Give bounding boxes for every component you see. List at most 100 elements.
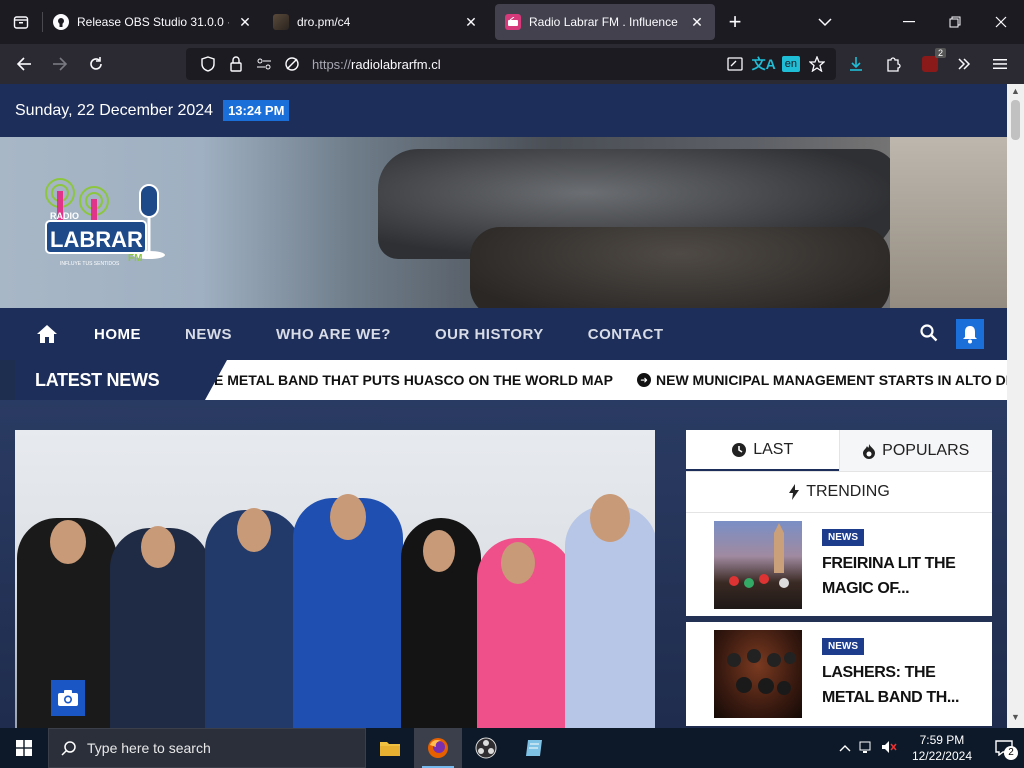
camera-gallery-button[interactable] — [51, 680, 85, 716]
permissions-icon[interactable] — [250, 58, 278, 70]
close-tab-icon[interactable]: ✕ — [237, 14, 253, 31]
tracking-blocked-icon[interactable] — [278, 56, 306, 72]
browser-tab-bar: Release OBS Studio 31.0.0 · obsp ✕ dro.p… — [0, 0, 1024, 44]
address-bar[interactable]: https://radiolabrarfm.cl 文A en — [186, 48, 836, 80]
home-icon[interactable] — [0, 324, 94, 344]
close-tab-icon[interactable]: ✕ — [463, 14, 479, 31]
news-thumbnail[interactable] — [714, 521, 802, 609]
taskbar-date: 12/22/2024 — [911, 749, 972, 763]
photo-person-head — [501, 542, 535, 584]
news-tag[interactable]: NEWS — [822, 638, 864, 655]
scroll-thumb[interactable] — [1011, 100, 1020, 140]
photo-person-head — [237, 508, 271, 552]
notifications-bell-button[interactable] — [956, 319, 984, 349]
latest-news-ticker: E METAL BAND THAT PUTS HUASCO ON THE WOR… — [15, 360, 1007, 400]
url-protocol: https:// — [312, 56, 352, 72]
file-explorer-icon[interactable] — [366, 728, 414, 768]
tab-trending-label: TRENDING — [806, 483, 890, 500]
logo-tagline: INFLUYE TUS SENTIDOS — [60, 261, 120, 267]
tab-last[interactable]: LAST — [686, 430, 839, 471]
news-card[interactable]: NEWS LASHERS: THE METAL BAND TH... — [686, 622, 992, 726]
system-tray: 7:59 PM 12/22/2024 2 — [834, 728, 1024, 768]
news-thumbnail[interactable] — [714, 630, 802, 718]
tab-last-label: LAST — [753, 440, 794, 458]
tab-overview-icon[interactable] — [0, 0, 42, 44]
restore-window-icon[interactable] — [932, 0, 978, 44]
lightning-icon — [789, 484, 800, 500]
banner-stone-shadow — [470, 227, 890, 308]
ticker-item[interactable]: ➜ NEW MUNICIPAL MANAGEMENT STARTS IN ALTO… — [637, 372, 1007, 388]
notepad-icon[interactable] — [510, 728, 558, 768]
menu-hamburger-icon[interactable] — [982, 44, 1018, 84]
tab-radio-labrar[interactable]: Radio Labrar FM . Influence you ✕ — [495, 4, 715, 40]
current-time-badge: 13:24 PM — [223, 100, 290, 121]
taskbar-search-box[interactable]: Type here to search — [48, 728, 366, 768]
latest-news-label: LATEST NEWS — [15, 360, 227, 400]
volume-muted-icon[interactable] — [878, 740, 900, 757]
ticker-item-text: NEW MUNICIPAL MANAGEMENT STARTS IN ALTO … — [656, 372, 1007, 388]
back-arrow-icon[interactable] — [6, 48, 42, 80]
page-viewport: Sunday, 22 December 2024 13:24 PM LABRAR… — [0, 84, 1007, 728]
photo-person-head — [50, 520, 86, 564]
url-host: radiolabrarfm.cl — [351, 56, 441, 72]
tray-chevron-up-icon[interactable] — [834, 741, 856, 755]
downloads-icon[interactable] — [838, 44, 874, 84]
scroll-up-arrow-icon[interactable]: ▲ — [1007, 86, 1024, 100]
tab-title: dro.pm/c4 — [297, 15, 351, 29]
ticker-item[interactable]: E METAL BAND THAT PUTS HUASCO ON THE WOR… — [214, 372, 613, 388]
tab-obs-release[interactable]: Release OBS Studio 31.0.0 · obsp ✕ — [43, 4, 263, 40]
news-card[interactable]: NEWS FREIRINA LIT THE MAGIC OF... — [686, 512, 992, 616]
extensions-puzzle-icon[interactable] — [875, 44, 911, 84]
nav-our-history[interactable]: OUR HISTORY — [435, 326, 544, 343]
shield-icon[interactable] — [194, 56, 222, 72]
reader-view-icon[interactable] — [724, 57, 746, 71]
forward-arrow-icon[interactable] — [42, 48, 78, 80]
windows-start-icon[interactable] — [0, 728, 48, 768]
tab-title: Release OBS Studio 31.0.0 · obsp — [77, 15, 229, 29]
new-tab-button[interactable]: + — [715, 9, 755, 35]
nav-contact[interactable]: CONTACT — [588, 326, 664, 343]
header-banner: LABRAR RADIO FM INFLUYE TUS SENTIDOS — [0, 137, 1007, 308]
close-tab-icon[interactable]: ✕ — [689, 14, 705, 31]
ublock-extension-icon[interactable]: 2 — [912, 44, 948, 84]
bookmark-star-icon[interactable] — [806, 56, 828, 72]
scroll-down-arrow-icon[interactable]: ▼ — [1007, 712, 1024, 726]
close-window-icon[interactable] — [978, 0, 1024, 44]
photo-person-head — [330, 494, 366, 540]
lock-icon[interactable] — [222, 56, 250, 72]
list-all-tabs-chevron-icon[interactable] — [802, 0, 848, 44]
page-scrollbar[interactable]: ▲ ▼ — [1007, 84, 1024, 728]
news-sidebar: LAST POPULARS TRENDING NEWS FREIRINA LIT… — [686, 430, 992, 726]
news-title[interactable]: LASHERS: THE METAL BAND TH... — [822, 660, 972, 710]
photo-person-head — [590, 494, 630, 542]
notifications-icon[interactable]: 2 — [984, 740, 1024, 760]
obs-studio-icon[interactable] — [462, 728, 510, 768]
tab-populars[interactable]: POPULARS — [838, 430, 992, 471]
minimize-window-icon[interactable] — [886, 0, 932, 44]
ticker-items: E METAL BAND THAT PUTS HUASCO ON THE WOR… — [214, 360, 1007, 400]
tab-title: Radio Labrar FM . Influence you — [529, 15, 681, 29]
date-strip: Sunday, 22 December 2024 13:24 PM — [0, 84, 1007, 137]
nav-home[interactable]: HOME — [94, 326, 141, 343]
logo-top-text: RADIO — [50, 211, 79, 221]
nav-news[interactable]: NEWS — [185, 326, 232, 343]
network-icon[interactable] — [856, 740, 878, 757]
translate-icon[interactable]: 文A — [752, 54, 776, 74]
news-tag[interactable]: NEWS — [822, 529, 864, 546]
radio-labrar-logo[interactable]: LABRAR RADIO FM INFLUYE TUS SENTIDOS — [28, 173, 178, 273]
clock-icon — [732, 442, 747, 457]
search-icon[interactable] — [920, 324, 938, 347]
tab-trending[interactable]: TRENDING — [686, 471, 992, 512]
translate-language-badge[interactable]: en — [781, 56, 800, 72]
tab-dro-pm[interactable]: dro.pm/c4 ✕ — [263, 4, 489, 40]
news-title[interactable]: FREIRINA LIT THE MAGIC OF... — [822, 551, 972, 601]
reload-icon[interactable] — [78, 48, 114, 80]
url-text[interactable]: https://radiolabrarfm.cl — [312, 57, 441, 72]
overflow-chevrons-icon[interactable] — [946, 44, 982, 84]
featured-news-image[interactable] — [15, 430, 655, 728]
nav-who-are-we[interactable]: WHO ARE WE? — [276, 326, 391, 343]
firefox-icon[interactable] — [414, 728, 462, 768]
notification-count-badge: 2 — [1004, 746, 1018, 760]
github-icon — [53, 14, 69, 30]
taskbar-clock[interactable]: 7:59 PM 12/22/2024 — [912, 732, 972, 764]
